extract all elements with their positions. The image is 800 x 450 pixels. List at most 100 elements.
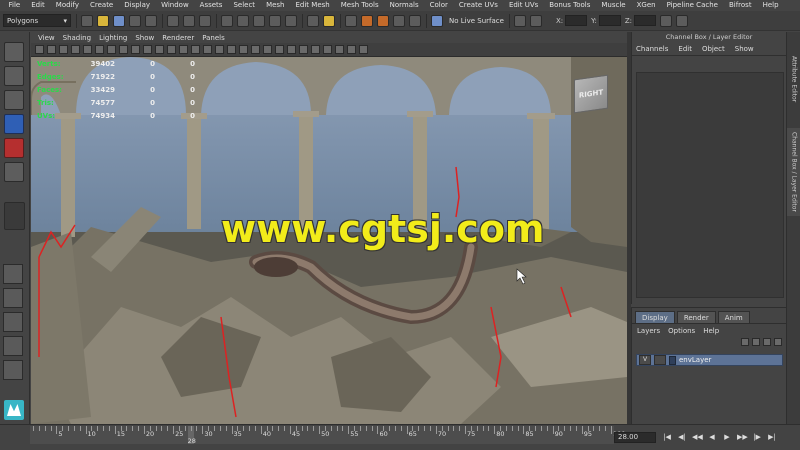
perspective-viewport[interactable]: Verts: 39402 0 0 Edges: 71922 0 0 Faces: 33429 0 0 T… xyxy=(31,57,627,424)
menu-set-dropdown[interactable]: Polygons ▾ xyxy=(3,14,71,27)
select-object-icon[interactable] xyxy=(183,14,195,27)
z-field[interactable] xyxy=(633,15,656,26)
menu-bonus-tools[interactable]: Bonus Tools xyxy=(544,0,596,11)
persp-graph-layout-icon[interactable] xyxy=(3,336,23,356)
render-settings-icon[interactable] xyxy=(393,14,405,27)
new-layer-from-selection-icon[interactable] xyxy=(774,338,782,346)
panel-menu-view[interactable]: View xyxy=(34,34,59,42)
panel-menu-shading[interactable]: Shading xyxy=(59,34,95,42)
grid-icon[interactable] xyxy=(107,45,116,54)
menu-modify[interactable]: Modify xyxy=(50,0,84,11)
menu-xgen[interactable]: XGen xyxy=(631,0,661,11)
move-layer-up-icon[interactable] xyxy=(741,338,749,346)
toggle-channel-box-icon[interactable] xyxy=(675,14,688,27)
move-tool-icon[interactable] xyxy=(4,114,24,134)
menu-help[interactable]: Help xyxy=(757,0,784,11)
gate-mask-icon[interactable] xyxy=(143,45,152,54)
select-camera-icon[interactable] xyxy=(35,45,44,54)
step-back-frame-icon[interactable]: ◀| xyxy=(677,432,687,442)
new-empty-layer-icon[interactable] xyxy=(763,338,771,346)
hypershade-icon[interactable] xyxy=(409,14,421,27)
history-icon[interactable] xyxy=(307,14,319,27)
multisample-aa-icon[interactable] xyxy=(287,45,296,54)
layer-color-swatch[interactable] xyxy=(669,355,676,365)
menu-mesh[interactable]: Mesh xyxy=(261,0,290,11)
viewcube[interactable]: RIGHT xyxy=(574,74,608,114)
layer-menu-help[interactable]: Help xyxy=(703,327,727,335)
render-view-icon[interactable] xyxy=(345,14,357,27)
side-by-side-layout-icon[interactable] xyxy=(3,312,23,332)
panel-menu-panels[interactable]: Panels xyxy=(198,34,229,42)
channel-box-tab[interactable]: Channel Box / Layer Editor xyxy=(787,128,800,216)
backface-culling-icon[interactable] xyxy=(347,45,356,54)
channel-menu-object[interactable]: Object xyxy=(702,45,735,53)
safe-title-icon[interactable] xyxy=(179,45,188,54)
single-view-layout-icon[interactable] xyxy=(3,264,23,284)
ambient-occlusion-icon[interactable] xyxy=(263,45,272,54)
undo-icon[interactable] xyxy=(129,14,141,27)
attribute-editor-tab[interactable]: Attribute Editor xyxy=(787,36,800,122)
layer-menu-layers[interactable]: Layers xyxy=(637,327,668,335)
lock-icon[interactable] xyxy=(323,14,335,27)
render-frame-icon[interactable] xyxy=(361,14,373,27)
channel-box-body[interactable] xyxy=(636,72,784,298)
menu-edit-mesh[interactable]: Edit Mesh xyxy=(290,0,335,11)
2d-pan-zoom-icon[interactable] xyxy=(83,45,92,54)
textured-icon[interactable] xyxy=(227,45,236,54)
motion-blur-icon[interactable] xyxy=(275,45,284,54)
select-component-icon[interactable] xyxy=(199,14,211,27)
play-backwards-icon[interactable]: ◀ xyxy=(707,432,717,442)
step-back-key-icon[interactable]: ◀◀ xyxy=(692,432,703,442)
menu-bifrost[interactable]: Bifrost xyxy=(723,0,757,11)
menu-edit[interactable]: Edit xyxy=(26,0,51,11)
persp-outliner-layout-icon[interactable] xyxy=(3,360,23,380)
redo-icon[interactable] xyxy=(145,14,157,27)
channel-menu-edit[interactable]: Edit xyxy=(678,45,702,53)
move-layer-down-icon[interactable] xyxy=(752,338,760,346)
grease-pencil-icon[interactable] xyxy=(95,45,104,54)
toggle-sidebar-icon[interactable] xyxy=(659,14,672,27)
menu-file[interactable]: File xyxy=(3,0,26,11)
last-tool-icon[interactable] xyxy=(4,202,25,230)
xray-joints-icon[interactable] xyxy=(335,45,344,54)
menu-edit-uvs[interactable]: Edit UVs xyxy=(503,0,543,11)
smooth-shade-icon[interactable] xyxy=(203,45,212,54)
go-to-start-icon[interactable]: |◀ xyxy=(662,432,672,442)
step-forward-key-icon[interactable]: ▶▶ xyxy=(737,432,748,442)
snap-grid-icon[interactable] xyxy=(221,14,233,27)
image-plane-icon[interactable] xyxy=(71,45,80,54)
wireframe-on-shaded-icon[interactable] xyxy=(215,45,224,54)
menu-normals[interactable]: Normals xyxy=(384,0,424,11)
tab-anim[interactable]: Anim xyxy=(717,311,750,323)
select-tool-icon[interactable] xyxy=(4,42,24,62)
go-to-end-icon[interactable]: ▶| xyxy=(767,432,777,442)
make-live-icon[interactable] xyxy=(285,14,297,27)
menu-mesh-tools[interactable]: Mesh Tools xyxy=(335,0,384,11)
layer-menu-options[interactable]: Options xyxy=(668,327,703,335)
panel-menu-lighting[interactable]: Lighting xyxy=(95,34,131,42)
new-scene-icon[interactable] xyxy=(81,14,93,27)
lasso-tool-icon[interactable] xyxy=(4,66,24,86)
y-field[interactable] xyxy=(598,15,621,26)
safe-action-icon[interactable] xyxy=(167,45,176,54)
step-forward-frame-icon[interactable]: |▶ xyxy=(752,432,762,442)
tab-render[interactable]: Render xyxy=(676,311,716,323)
rotate-tool-icon[interactable] xyxy=(4,138,24,158)
scale-tool-icon[interactable] xyxy=(4,162,24,182)
channel-menu-show[interactable]: Show xyxy=(735,45,764,53)
menu-pipeline-cache[interactable]: Pipeline Cache xyxy=(661,0,723,11)
film-gate-icon[interactable] xyxy=(119,45,128,54)
tab-display[interactable]: Display xyxy=(635,311,675,323)
time-ruler[interactable]: 28 5 10 15 20 25 30 35 40 45 50 55 60 65 70 75 80 85 90 95… xyxy=(30,426,625,445)
panel-menu-renderer[interactable]: Renderer xyxy=(158,34,198,42)
menu-create-uvs[interactable]: Create UVs xyxy=(453,0,503,11)
x-field[interactable] xyxy=(565,15,588,26)
current-frame-field[interactable]: 28.00 xyxy=(614,432,656,443)
panel-menu-show[interactable]: Show xyxy=(131,34,158,42)
snap-point-icon[interactable] xyxy=(253,14,265,27)
menu-color[interactable]: Color xyxy=(424,0,453,11)
menu-select[interactable]: Select xyxy=(228,0,261,11)
select-hierarchy-icon[interactable] xyxy=(167,14,179,27)
shadows-icon[interactable] xyxy=(251,45,260,54)
menu-create[interactable]: Create xyxy=(84,0,118,11)
